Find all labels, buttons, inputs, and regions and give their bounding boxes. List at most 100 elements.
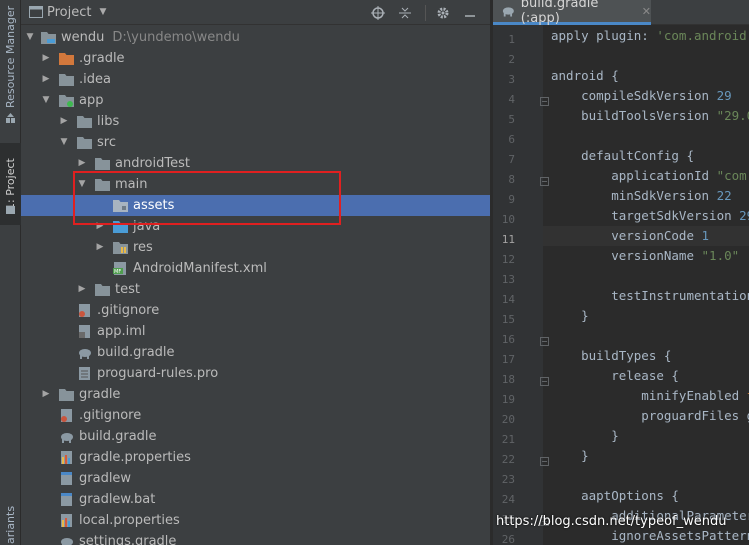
editor-tab-bar: build.gradle (:app) ✕ xyxy=(493,0,749,26)
tree-item-gradlew[interactable]: gradlew xyxy=(21,468,490,489)
tree-item-gradlew-bat[interactable]: gradlew.bat xyxy=(21,489,490,510)
tree-item-settings-gradle[interactable]: settings.gradle xyxy=(21,531,490,545)
chevron-right-icon[interactable]: ▶ xyxy=(95,216,105,237)
project-view-icon xyxy=(29,6,43,18)
tree-item-root-build-gradle[interactable]: build.gradle xyxy=(21,426,490,447)
folder-icon xyxy=(95,179,110,191)
tree-item-libs[interactable]: ▶ libs xyxy=(21,111,490,132)
tree-item-test[interactable]: ▶ test xyxy=(21,279,490,300)
properties-file-icon xyxy=(61,514,72,527)
tree-item-local-properties[interactable]: local.properties xyxy=(21,510,490,531)
manifest-file-icon: MF xyxy=(113,262,126,275)
chevron-right-icon[interactable]: ▶ xyxy=(77,153,87,174)
chevron-down-icon[interactable]: ▼ xyxy=(99,7,106,17)
script-file-icon xyxy=(61,472,72,485)
gear-icon[interactable] xyxy=(436,6,450,20)
hide-icon[interactable] xyxy=(463,6,477,20)
tree-label: settings.gradle xyxy=(79,534,177,545)
code-line: } xyxy=(551,448,589,463)
tree-label: gradle.properties xyxy=(79,450,191,465)
chevron-right-icon[interactable]: ▶ xyxy=(41,69,51,90)
fold-marker-icon[interactable] xyxy=(540,337,549,346)
tree-label: build.gradle xyxy=(79,429,157,444)
tree-item-manifest[interactable]: MF AndroidManifest.xml xyxy=(21,258,490,279)
code-line: buildToolsVersion "29.0. xyxy=(551,108,749,123)
tree-label: .idea xyxy=(79,72,111,87)
tree-label: app.iml xyxy=(97,324,146,339)
tab-label: build.gradle (:app) xyxy=(520,0,599,26)
module-folder-icon xyxy=(59,95,74,107)
tree-label: main xyxy=(115,177,148,192)
chevron-right-icon[interactable]: ▶ xyxy=(77,279,87,300)
assets-folder-icon xyxy=(113,200,128,212)
fold-marker-icon[interactable] xyxy=(540,97,549,106)
code-line: defaultConfig { xyxy=(551,148,694,163)
chevron-down-icon[interactable]: ▼ xyxy=(59,132,69,153)
toolbar-divider xyxy=(425,4,426,21)
tree-label: assets xyxy=(133,198,175,213)
tree-item-app[interactable]: ▼ app xyxy=(21,90,490,111)
tree-item-res[interactable]: ▶ res xyxy=(21,237,490,258)
tree-item-proguard[interactable]: proguard-rules.pro xyxy=(21,363,490,384)
tree-item-gradle-properties[interactable]: gradle.properties xyxy=(21,447,490,468)
tree-item-assets[interactable]: assets xyxy=(21,195,490,216)
folder-icon xyxy=(77,116,92,128)
tree-label: AndroidManifest.xml xyxy=(133,261,267,276)
tree-item-dot-gradle[interactable]: ▶ .gradle xyxy=(21,48,490,69)
code-line: release { xyxy=(551,368,679,383)
line-number: 4 xyxy=(508,93,515,106)
close-icon[interactable]: ✕ xyxy=(642,5,651,18)
code-line: } xyxy=(551,428,619,443)
gradle-elephant-icon xyxy=(79,349,91,359)
tree-item-app-iml[interactable]: app.iml xyxy=(21,321,490,342)
chevron-right-icon[interactable]: ▶ xyxy=(41,48,51,69)
tree-label: proguard-rules.pro xyxy=(97,366,219,381)
tree-label: androidTest xyxy=(115,156,190,171)
resource-manager-tab[interactable]: Resource Manager xyxy=(0,4,21,109)
chevron-down-icon[interactable]: ▼ xyxy=(25,27,35,48)
tree-label: test xyxy=(115,282,140,297)
chevron-right-icon[interactable]: ▶ xyxy=(95,237,105,258)
chevron-right-icon[interactable]: ▶ xyxy=(41,384,51,405)
watermark-url: https://blog.csdn.net/typeof_wendu xyxy=(496,514,727,529)
tree-item-main[interactable]: ▼ main xyxy=(21,174,490,195)
tree-item-java[interactable]: ▶ java xyxy=(21,216,490,237)
tree-item-idea[interactable]: ▶ .idea xyxy=(21,69,490,90)
collapse-icon[interactable] xyxy=(398,6,412,20)
tree-label: gradle xyxy=(79,387,121,402)
gitignore-file-icon xyxy=(61,409,72,422)
fold-marker-icon[interactable] xyxy=(540,377,549,386)
tree-item-app-gitignore[interactable]: .gitignore xyxy=(21,300,490,321)
code-line: aaptOptions { xyxy=(551,488,679,503)
line-number: 7 xyxy=(508,153,515,166)
tree-label: app xyxy=(79,93,104,108)
line-number: 20 xyxy=(501,413,515,426)
line-number: 16 xyxy=(501,333,515,346)
tree-item-gradle[interactable]: ▶ gradle xyxy=(21,384,490,405)
tree-item-wendu[interactable]: ▼ wendu D:\yundemo\wendu xyxy=(21,27,490,48)
tree-item-src[interactable]: ▼ src xyxy=(21,132,490,153)
tab-build-gradle-app[interactable]: build.gradle (:app) ✕ xyxy=(493,0,651,26)
chevron-down-icon[interactable]: ▼ xyxy=(41,90,51,111)
target-icon[interactable] xyxy=(371,5,385,20)
tree-item-app-build-gradle[interactable]: build.gradle xyxy=(21,342,490,363)
code-editor: build.gradle (:app) ✕ 1 2 3 4 5 6 7 8 9 10 11 12 13 1… xyxy=(493,0,749,545)
tree-label: build.gradle xyxy=(97,345,175,360)
iml-file-icon xyxy=(79,325,90,338)
tree-label: .gitignore xyxy=(79,408,142,423)
source-folder-icon xyxy=(113,221,128,233)
code-line: versionName "1.0" xyxy=(551,248,740,263)
line-number: 9 xyxy=(508,193,515,206)
line-number: 23 xyxy=(501,473,515,486)
tree-item-root-gitignore[interactable]: .gitignore xyxy=(21,405,490,426)
chevron-right-icon[interactable]: ▶ xyxy=(59,111,69,132)
text-file-icon xyxy=(79,367,90,380)
tree-label: wendu xyxy=(61,30,105,45)
fold-marker-icon[interactable] xyxy=(540,457,549,466)
fold-marker-icon[interactable] xyxy=(540,177,549,186)
line-number: 17 xyxy=(501,353,515,366)
project-view-selector[interactable]: Project xyxy=(47,5,91,20)
tree-item-androidtest[interactable]: ▶ androidTest xyxy=(21,153,490,174)
build-variants-tab[interactable]: ariants xyxy=(0,505,21,545)
chevron-down-icon[interactable]: ▼ xyxy=(77,174,87,195)
